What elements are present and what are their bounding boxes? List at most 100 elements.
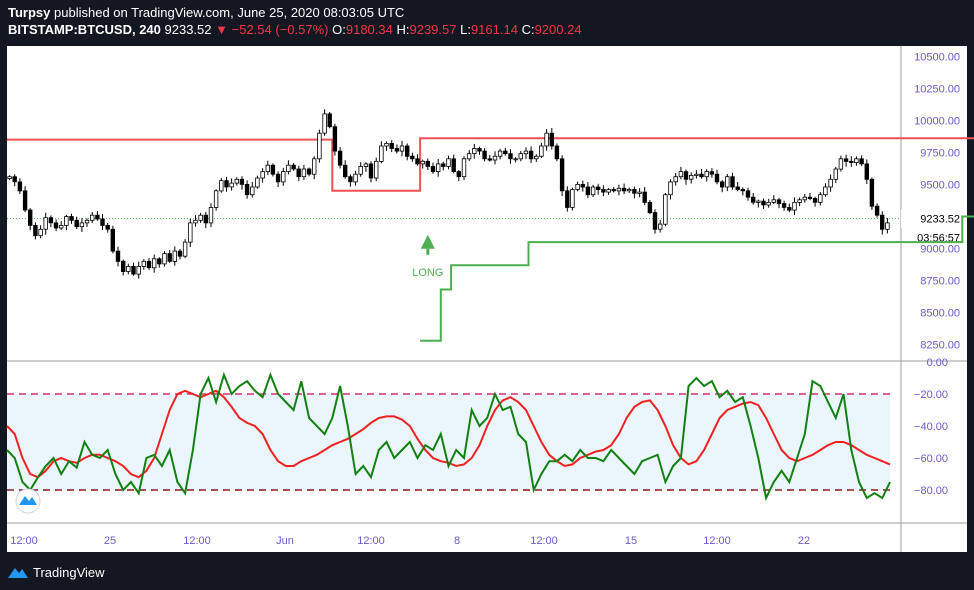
candle-body[interactable] — [885, 222, 890, 230]
candle-body[interactable] — [689, 174, 694, 180]
candle-body[interactable] — [224, 180, 229, 188]
candle-body[interactable] — [544, 132, 549, 147]
publisher-name[interactable]: Turpsy — [8, 5, 50, 20]
candle-body[interactable] — [658, 223, 663, 230]
candle-body[interactable] — [807, 196, 813, 199]
candle-body[interactable] — [812, 198, 818, 203]
candle-body[interactable] — [265, 164, 270, 172]
candle-body[interactable] — [446, 158, 451, 167]
indicator-logo[interactable] — [15, 488, 41, 514]
candle-body[interactable] — [621, 187, 627, 192]
candle-body[interactable] — [270, 164, 276, 175]
candle-body[interactable] — [735, 186, 740, 190]
candle-body[interactable] — [601, 189, 606, 193]
candle-body[interactable] — [570, 189, 575, 208]
candle-body[interactable] — [725, 176, 730, 188]
candle-body[interactable] — [368, 163, 374, 179]
candle-body[interactable] — [410, 155, 415, 160]
candle-body[interactable] — [64, 216, 69, 226]
candle-body[interactable] — [100, 218, 105, 226]
candle-body[interactable] — [327, 113, 332, 128]
candle-body[interactable] — [761, 200, 766, 206]
candle-body[interactable] — [286, 164, 291, 172]
candle-body[interactable] — [141, 260, 146, 267]
candle-body[interactable] — [131, 265, 136, 275]
candle-body[interactable] — [704, 171, 709, 178]
candle-body[interactable] — [337, 150, 343, 166]
candle-body[interactable] — [115, 250, 121, 262]
candle-body[interactable] — [802, 196, 807, 201]
candle-body[interactable] — [632, 189, 637, 194]
candle-body[interactable] — [441, 163, 446, 167]
candle-body[interactable] — [306, 168, 312, 175]
candle-body[interactable] — [880, 214, 885, 230]
candle-body[interactable] — [389, 143, 394, 149]
candle-body[interactable] — [849, 160, 854, 164]
candle-body[interactable] — [859, 158, 864, 165]
tradingview-logo-icon[interactable] — [7, 564, 29, 580]
candle-body[interactable] — [121, 260, 126, 273]
candle-body[interactable] — [373, 160, 379, 179]
candle-body[interactable] — [162, 253, 167, 265]
candle-body[interactable] — [539, 145, 544, 157]
candle-body[interactable] — [90, 214, 95, 221]
candle-body[interactable] — [699, 173, 704, 178]
candle-body[interactable] — [642, 191, 647, 203]
candle-body[interactable] — [554, 145, 560, 160]
candle-body[interactable] — [234, 178, 239, 184]
candle-body[interactable] — [673, 176, 678, 183]
candle-body[interactable] — [404, 145, 410, 157]
candle-body[interactable] — [492, 155, 498, 161]
candle-body[interactable] — [239, 178, 245, 185]
candle-body[interactable] — [7, 176, 12, 179]
candle-body[interactable] — [48, 217, 54, 224]
candle-body[interactable] — [869, 178, 875, 207]
candle-body[interactable] — [167, 253, 172, 262]
candle-body[interactable] — [95, 214, 100, 220]
candle-body[interactable] — [22, 190, 28, 211]
candle-body[interactable] — [435, 163, 441, 173]
candle-body[interactable] — [818, 194, 823, 203]
candle-body[interactable] — [523, 150, 529, 155]
candle-body[interactable] — [394, 148, 400, 152]
candle-body[interactable] — [172, 250, 177, 262]
candle-body[interactable] — [585, 186, 591, 196]
candle-body[interactable] — [188, 222, 193, 243]
candle-body[interactable] — [663, 194, 668, 225]
candle-body[interactable] — [43, 217, 48, 230]
candle-body[interactable] — [332, 126, 338, 152]
candle-body[interactable] — [461, 158, 467, 178]
candle-body[interactable] — [528, 150, 534, 160]
candle-body[interactable] — [255, 177, 260, 188]
candle-body[interactable] — [281, 171, 286, 183]
candle-body[interactable] — [177, 250, 183, 257]
candle-body[interactable] — [771, 199, 776, 203]
candle-body[interactable] — [105, 224, 110, 230]
candle-body[interactable] — [275, 173, 281, 183]
candle-body[interactable] — [456, 171, 461, 178]
candle-body[interactable] — [193, 219, 198, 224]
symbol-label[interactable]: BITSTAMP:BTCUSD, 240 — [8, 22, 161, 37]
candle-body[interactable] — [59, 224, 64, 229]
candle-body[interactable] — [466, 153, 472, 160]
candle-body[interactable] — [647, 201, 653, 214]
candle-body[interactable] — [110, 228, 115, 252]
candle-body[interactable] — [482, 150, 487, 160]
candle-body[interactable] — [472, 148, 477, 154]
candle-body[interactable] — [348, 176, 353, 183]
candle-body[interactable] — [797, 199, 802, 203]
candle-body[interactable] — [425, 160, 430, 167]
candle-body[interactable] — [322, 113, 327, 134]
candle-body[interactable] — [229, 182, 234, 188]
candle-body[interactable] — [213, 190, 219, 208]
candle-body[interactable] — [151, 258, 157, 269]
long-signal-label[interactable]: LONG — [412, 267, 443, 279]
candle-body[interactable] — [575, 183, 580, 190]
candle-body[interactable] — [838, 158, 844, 170]
candle-body[interactable] — [363, 163, 369, 167]
candle-body[interactable] — [487, 158, 492, 161]
candle-body[interactable] — [430, 166, 436, 172]
candle-body[interactable] — [353, 173, 358, 183]
candle-body[interactable] — [291, 164, 296, 170]
candle-body[interactable] — [79, 222, 85, 228]
